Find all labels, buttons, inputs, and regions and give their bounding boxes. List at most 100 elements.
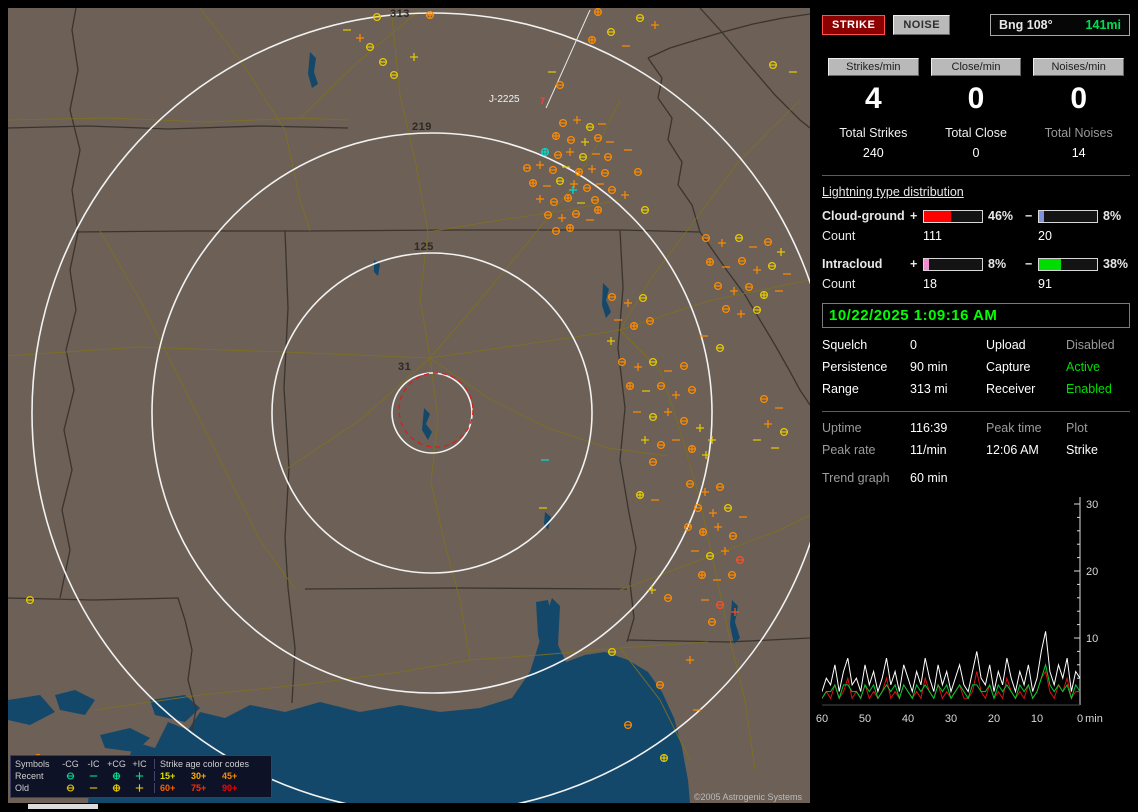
trend-series-intracloud [822,662,1081,700]
divider [822,411,1130,412]
old-ic-plus-icon [128,783,151,794]
strike-symbol [629,322,638,331]
count-label: Count [822,229,856,243]
cg-plus-count: 111 [923,229,943,243]
squelch-value: 0 [910,338,917,352]
age-45-label: 45+ [222,771,238,781]
strike-symbol [390,70,399,79]
legend-header-row: Symbols -CG -IC +CG +IC Strike age color… [15,758,267,770]
strike-symbol [648,358,657,367]
strike-symbol [551,227,560,236]
strike-symbol [728,531,737,540]
close-per-min-button[interactable]: Close/min [930,58,1022,76]
trend-header: Trend graph 60 min [822,471,1130,485]
strike-symbol [633,168,642,177]
legend-recent-label: Recent [15,771,44,781]
strike-symbol [779,428,788,437]
legend-col-pos-cg: +CG [107,759,126,769]
legend-col-pos-ic: +IC [132,759,147,769]
ic-plus-count: 18 [923,277,937,291]
strike-symbol [714,523,722,531]
strike-symbol [607,647,616,656]
strike-symbol [565,224,574,233]
lightning-map[interactable]: J-2225 7 Symbols -CG -IC +CG +IC Strike … [8,8,810,803]
roads [8,8,810,771]
strike-symbol [693,504,702,513]
age-60-label: 60+ [160,783,176,793]
bearing-distance: 141mi [1085,18,1121,32]
strike-symbol [697,570,706,579]
strike-symbol [574,168,583,177]
strike-symbol [617,358,626,367]
intracloud-label: Intracloud [822,257,883,271]
strike-symbol [635,491,644,500]
strike-symbol [356,34,364,42]
strike-symbol [571,210,580,219]
close-per-min-value: 0 [967,82,985,115]
trend-graph-label: Trend graph [822,471,890,485]
strike-symbol [768,60,777,69]
app-window: J-2225 7 Symbols -CG -IC +CG +IC Strike … [0,0,1138,812]
legend-recent-row: Recent 15+ 30+ 45+ [15,770,267,782]
upload-label: Upload [986,338,1026,352]
intracloud-count-row: Count 18 91 [822,277,1130,291]
strike-button[interactable]: STRIKE [822,15,886,35]
age-75-label: 75+ [191,783,207,793]
strike-symbol [764,420,772,428]
svg-text:30: 30 [1086,499,1098,511]
strike-symbol [573,116,581,124]
trend-graph: 10 20 30 60 50 40 30 20 10 0 min [816,495,1130,733]
strike-symbol [606,28,615,37]
cg-plus-bar [923,209,983,223]
strike-symbol [737,257,746,266]
strike-symbol [735,555,744,564]
minus-sign: − [1025,209,1033,223]
total-close-value: 0 [972,146,980,160]
strike-symbol [727,570,736,579]
strike-symbol [585,122,594,131]
recent-ic-plus-icon [128,771,151,782]
strike-symbol [625,382,634,391]
strikes-per-min-value: 4 [864,82,882,115]
strike-symbol [379,57,388,66]
range-label: Range [822,382,859,396]
noises-per-min-button[interactable]: Noises/min [1033,58,1125,76]
squelch-label: Squelch [822,338,868,352]
strike-symbol [621,191,629,199]
strike-symbol [593,206,602,215]
strike-symbol [570,180,578,188]
recent-cg-minus-icon [59,771,82,782]
strike-symbol [569,186,577,194]
persistence-label: Persistence [822,360,888,374]
strike-symbol [566,148,574,156]
strike-symbol [607,337,615,345]
storm-cell-mark: 7 [540,96,546,106]
strike-symbol [645,317,654,326]
strike-symbol [715,600,724,609]
status-panel: STRIKE NOISE Bng 108° 141mi Strikes/min … [816,8,1134,808]
peak-time-label: Peak time [986,421,1042,435]
map-legend: Symbols -CG -IC +CG +IC Strike age color… [10,755,272,798]
age-90-label: 90+ [222,783,238,793]
strike-symbol [767,262,776,271]
strike-symbol [528,179,537,188]
strike-symbol [594,8,602,16]
strike-symbol [759,291,768,300]
strike-symbol [737,310,745,318]
ic-plus-percent: 8% [988,257,1007,271]
legend-old-row: Old 60+ 75+ 90+ [15,782,267,794]
svg-text:20: 20 [1086,566,1098,578]
ic-minus-count: 91 [1038,277,1052,291]
cloud-ground-label: Cloud-ground [822,209,905,223]
total-close-label: Total Close [945,126,1007,140]
strike-symbol [664,408,672,416]
strikes-per-min-button[interactable]: Strikes/min [828,58,919,76]
strike-symbol [705,258,714,267]
range-ring-label: 31 [398,361,412,373]
noise-button[interactable]: NOISE [893,15,951,35]
age-30-label: 30+ [191,771,207,781]
copyright-text: ©2005 Astrogenic Systems [693,792,802,802]
intracloud-row: Intracloud + 8% − 38% [822,257,1130,271]
strike-symbol [593,133,602,142]
strike-symbol [744,283,753,292]
